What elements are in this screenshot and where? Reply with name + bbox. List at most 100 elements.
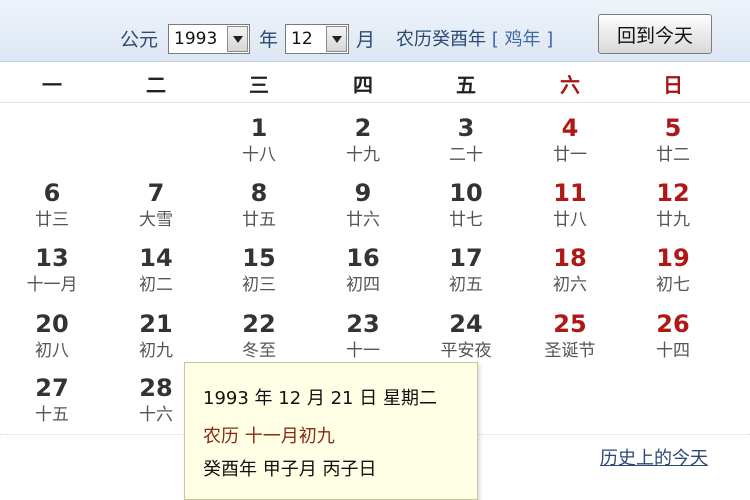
day-cell[interactable]: 20 初八 xyxy=(0,304,104,368)
day-cell[interactable]: 19 初七 xyxy=(621,238,725,302)
lunar-year-label: 农历癸酉年 [ 鸡年 ] xyxy=(396,28,553,52)
lunar-date: 大雪 xyxy=(139,210,173,230)
lunar-date: 初九 xyxy=(139,341,173,361)
lunar-date: 廿五 xyxy=(242,210,276,230)
day-cell[interactable]: 4 廿一 xyxy=(518,108,622,172)
day-number: 19 xyxy=(656,244,690,272)
lunar-date: 初八 xyxy=(35,341,69,361)
day-number: 26 xyxy=(656,310,690,338)
lunar-date: 冬至 xyxy=(242,341,276,361)
calendar-header: 公元 1993 年 12 月 农历癸酉年 [ 鸡年 ] 回到今天 xyxy=(0,0,750,62)
weekday-sat: 六 xyxy=(560,73,580,97)
day-cell[interactable]: 8 廿五 xyxy=(207,173,311,237)
day-number: 11 xyxy=(553,179,587,207)
year-select[interactable]: 1993 xyxy=(168,24,250,54)
lunar-date: 十五 xyxy=(35,405,69,425)
lunar-date: 廿八 xyxy=(553,210,587,230)
day-cell[interactable]: 9 廿六 xyxy=(311,173,415,237)
date-tooltip: 1993 年 12 月 21 日 星期二 农历 十一月初九 癸酉年 甲子月 丙子… xyxy=(184,362,478,500)
weekday-tue: 二 xyxy=(146,73,166,97)
lunar-date: 廿六 xyxy=(346,210,380,230)
tooltip-lunar-date: 农历 十一月初九 xyxy=(203,426,335,447)
day-cell[interactable]: 6 廿三 xyxy=(0,173,104,237)
day-cell[interactable]: 11 廿八 xyxy=(518,173,622,237)
chevron-down-icon[interactable] xyxy=(227,26,248,52)
lunar-date: 平安夜 xyxy=(440,341,492,361)
day-cell[interactable]: 21 初九 xyxy=(104,304,208,368)
lunar-date: 圣诞节 xyxy=(544,341,596,361)
day-cell[interactable]: 15 初三 xyxy=(207,238,311,302)
day-cell[interactable]: 10 廿七 xyxy=(414,173,518,237)
chevron-down-icon[interactable] xyxy=(326,26,347,52)
day-number: 5 xyxy=(664,114,682,142)
day-number: 10 xyxy=(449,179,483,207)
day-number: 27 xyxy=(35,374,69,402)
day-number: 7 xyxy=(147,179,165,207)
lunar-date: 初二 xyxy=(139,275,173,295)
day-cell[interactable]: 18 初六 xyxy=(518,238,622,302)
day-cell[interactable]: 2 十九 xyxy=(311,108,415,172)
lunar-date: 二十 xyxy=(449,145,483,165)
lunar-date: 初五 xyxy=(449,275,483,295)
lunar-date: 初六 xyxy=(553,275,587,295)
lunar-date: 廿一 xyxy=(553,145,587,165)
month-unit-label: 月 xyxy=(356,29,376,51)
day-cell[interactable]: 5 廿二 xyxy=(621,108,725,172)
day-cell[interactable]: 13 十一月 xyxy=(0,238,104,302)
day-cell[interactable]: 22 冬至 xyxy=(207,304,311,368)
day-number: 25 xyxy=(553,310,587,338)
zodiac-label: [ 鸡年 ] xyxy=(491,29,554,50)
lunar-date: 初三 xyxy=(242,275,276,295)
day-cell[interactable]: 24 平安夜 xyxy=(414,304,518,368)
lunar-date: 十四 xyxy=(656,341,690,361)
day-number: 20 xyxy=(35,310,69,338)
day-number: 21 xyxy=(139,310,173,338)
lunar-date: 十一 xyxy=(346,341,380,361)
weekday-header: 一 二 三 四 五 六 日 xyxy=(0,63,750,103)
day-number: 24 xyxy=(449,310,483,338)
day-number: 14 xyxy=(139,244,173,272)
day-number: 6 xyxy=(43,179,61,207)
history-today-link[interactable]: 历史上的今天 xyxy=(600,444,708,470)
day-cell[interactable]: 17 初五 xyxy=(414,238,518,302)
weekday-thu: 四 xyxy=(353,73,373,97)
day-number: 12 xyxy=(656,179,690,207)
back-to-today-button[interactable]: 回到今天 xyxy=(598,14,712,54)
day-number: 15 xyxy=(242,244,276,272)
weekday-mon: 一 xyxy=(42,73,62,97)
day-number: 4 xyxy=(561,114,579,142)
day-cell[interactable]: 1 十八 xyxy=(207,108,311,172)
lunar-date: 初四 xyxy=(346,275,380,295)
day-number: 13 xyxy=(35,244,69,272)
lunar-date: 十九 xyxy=(346,145,380,165)
year-unit-label: 年 xyxy=(259,29,279,51)
day-number: 9 xyxy=(354,179,372,207)
tooltip-ganzhi-date: 癸酉年 甲子月 丙子日 xyxy=(203,459,377,480)
lunar-year-prefix: 农历癸酉年 xyxy=(396,29,486,50)
lunar-date: 廿七 xyxy=(449,210,483,230)
year-value: 1993 xyxy=(174,29,218,49)
day-cell[interactable]: 26 十四 xyxy=(621,304,725,368)
weekday-fri: 五 xyxy=(456,73,476,97)
lunar-date: 初七 xyxy=(656,275,690,295)
month-select[interactable]: 12 xyxy=(285,24,349,54)
day-cell[interactable]: 23 十一 xyxy=(311,304,415,368)
lunar-date: 十八 xyxy=(242,145,276,165)
weekday-wed: 三 xyxy=(249,73,269,97)
day-number: 16 xyxy=(346,244,380,272)
lunar-date: 廿二 xyxy=(656,145,690,165)
day-cell[interactable]: 27 十五 xyxy=(0,368,104,432)
month-value: 12 xyxy=(291,29,313,49)
day-number: 23 xyxy=(346,310,380,338)
day-number: 17 xyxy=(449,244,483,272)
day-number: 2 xyxy=(354,114,372,142)
tooltip-gregorian-date: 1993 年 12 月 21 日 星期二 xyxy=(203,388,437,409)
day-cell[interactable]: 7 大雪 xyxy=(104,173,208,237)
day-cell[interactable]: 12 廿九 xyxy=(621,173,725,237)
day-cell[interactable]: 16 初四 xyxy=(311,238,415,302)
day-cell[interactable]: 3 二十 xyxy=(414,108,518,172)
lunar-date: 十一月 xyxy=(26,275,78,295)
day-number: 1 xyxy=(250,114,268,142)
day-cell[interactable]: 14 初二 xyxy=(104,238,208,302)
day-cell[interactable]: 25 圣诞节 xyxy=(518,304,622,368)
